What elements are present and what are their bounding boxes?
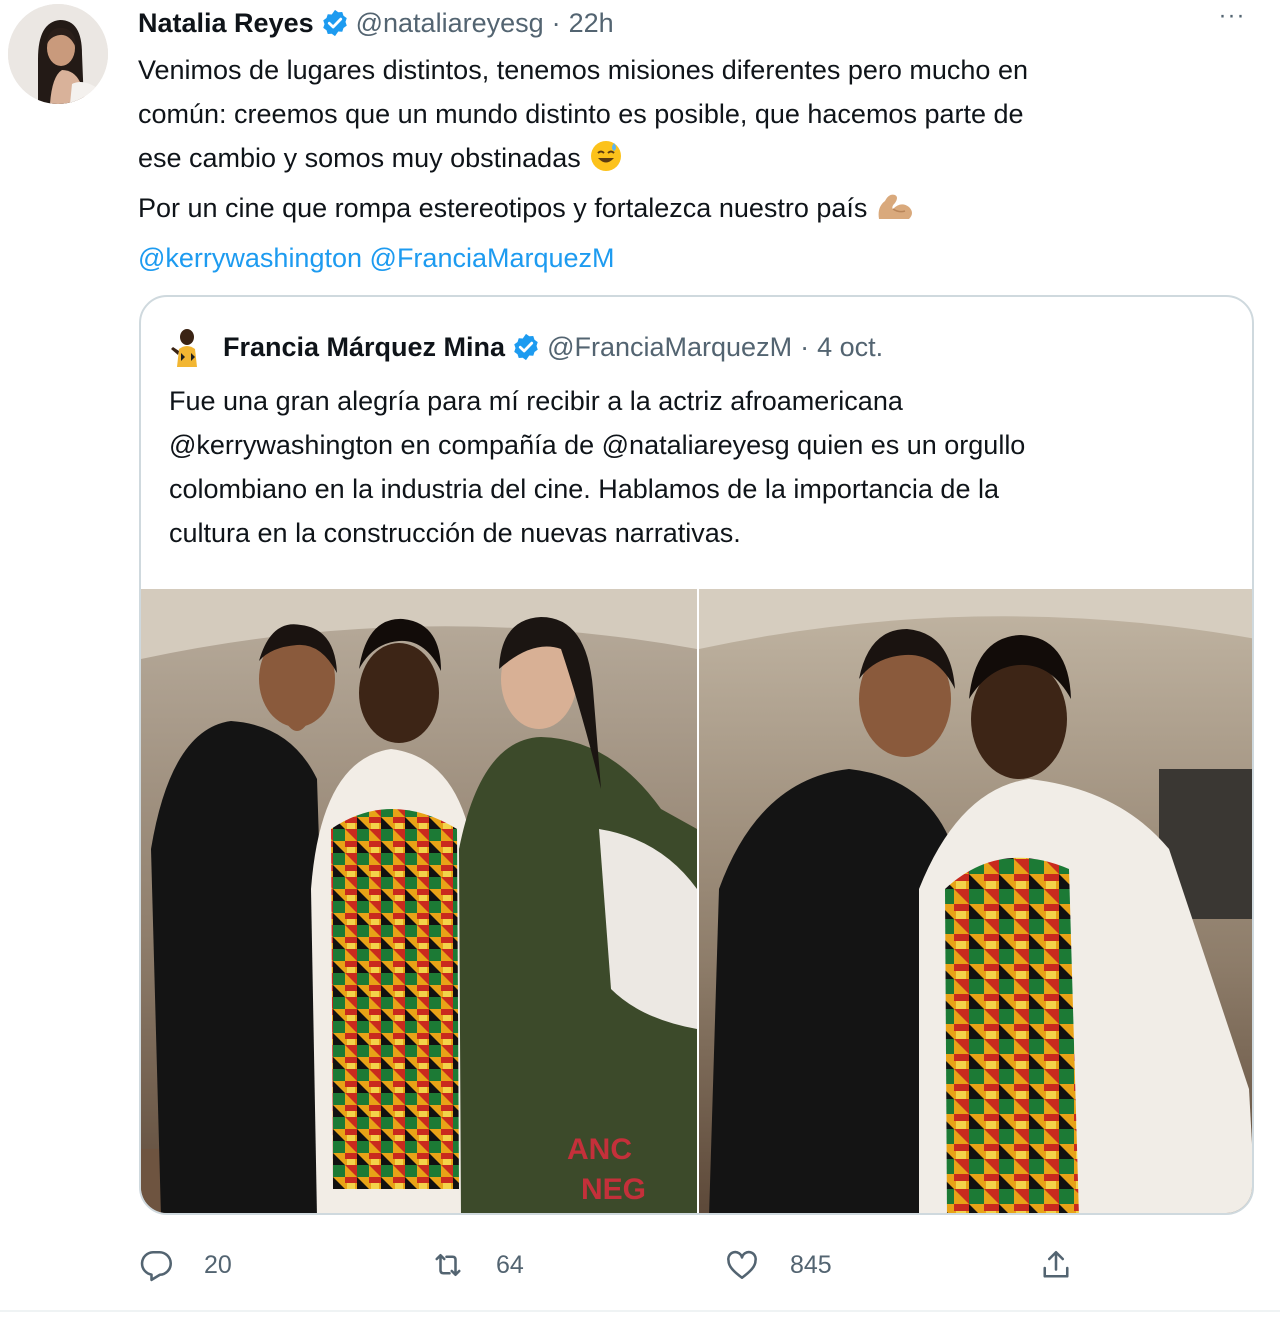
author-avatar-image <box>8 4 108 104</box>
author-avatar[interactable] <box>8 4 108 104</box>
quoted-tweet-text: Fue una gran alegría para mí recibir a l… <box>169 379 1229 555</box>
photo-overlay-text: NEG <box>581 1173 646 1206</box>
quoted-author-avatar-image <box>169 327 203 367</box>
tweet-timestamp[interactable]: 22h <box>569 8 614 39</box>
quoted-tweet-timestamp[interactable]: 4 oct. <box>817 332 883 363</box>
tweet-mentions-line: @kerrywashington @FranciaMarquezM <box>138 236 1248 280</box>
share-button[interactable] <box>1038 1240 1074 1290</box>
author-handle[interactable]: @nataliareyesg <box>356 8 544 39</box>
quoted-text-line: @kerrywashington en compañía de @natalia… <box>169 430 1026 460</box>
group-photo-three-women[interactable]: ANC NEG <box>141 589 697 1213</box>
quoted-author-handle[interactable]: @FranciaMarquezM <box>547 332 792 363</box>
verified-badge-icon <box>320 8 350 38</box>
retweet-count: 64 <box>496 1250 524 1279</box>
mention-link[interactable]: @kerrywashington <box>138 243 362 273</box>
photo-two-women[interactable] <box>699 589 1252 1213</box>
like-button[interactable]: 845 <box>724 1240 832 1290</box>
retweet-icon <box>435 1253 461 1277</box>
tweet-action-bar: 20 64 845 <box>0 1240 1280 1290</box>
tweet-text-line: ese cambio y somos muy obstinadas <box>138 136 1248 186</box>
quoted-text-line: colombiano en la industria del cine. Hab… <box>169 474 999 504</box>
flexed-biceps-emoji-icon <box>875 189 915 236</box>
tweet-divider <box>0 1310 1280 1312</box>
more-options-icon[interactable]: ··· <box>1210 4 1254 32</box>
quoted-tweet-header: Francia Márquez Mina @FranciaMarquezM · … <box>223 329 883 365</box>
quoted-author-name[interactable]: Francia Márquez Mina <box>223 332 505 363</box>
quoted-tweet[interactable]: Francia Márquez Mina @FranciaMarquezM · … <box>139 295 1254 1215</box>
retweet-button[interactable]: 64 <box>430 1240 524 1290</box>
quoted-author-avatar[interactable] <box>169 327 203 367</box>
mention-link[interactable]: @FranciaMarquezM <box>370 243 615 273</box>
tweet-text-line: común: creemos que un mundo distinto es … <box>138 99 1024 129</box>
tweet-text-segment: ese cambio y somos muy obstinadas <box>138 143 581 173</box>
reply-icon <box>140 1250 172 1282</box>
tweet-header: Natalia Reyes @nataliareyesg · 22h <box>138 6 614 40</box>
header-separator: · <box>800 331 810 362</box>
heart-icon <box>727 1250 757 1280</box>
tweet-text-segment: Por un cine que rompa estereotipos y for… <box>138 193 868 223</box>
share-icon <box>1043 1250 1069 1278</box>
quoted-text-line: Fue una gran alegría para mí recibir a l… <box>169 386 903 416</box>
reply-button[interactable]: 20 <box>138 1240 232 1290</box>
sweat-smile-emoji-icon <box>589 139 623 186</box>
tweet-text-line: Venimos de lugares distintos, tenemos mi… <box>138 55 1028 85</box>
tweet: Natalia Reyes @nataliareyesg · 22h ··· V… <box>0 0 1280 1320</box>
tweet-text: Venimos de lugares distintos, tenemos mi… <box>138 48 1248 280</box>
like-count: 845 <box>790 1250 832 1279</box>
verified-badge-icon <box>511 332 541 362</box>
quoted-tweet-media: ANC NEG <box>141 589 1252 1213</box>
quoted-text-line: cultura en la construcción de nuevas nar… <box>169 518 741 548</box>
reply-count: 20 <box>204 1250 232 1279</box>
author-name[interactable]: Natalia Reyes <box>138 8 314 39</box>
tweet-text-line: Por un cine que rompa estereotipos y for… <box>138 186 1248 236</box>
photo-overlay-text: ANC <box>567 1133 632 1166</box>
header-separator: · <box>551 7 561 38</box>
